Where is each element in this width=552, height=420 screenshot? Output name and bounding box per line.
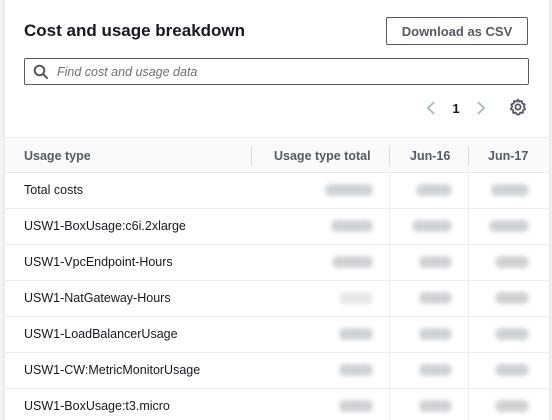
- column-separator: [389, 209, 390, 244]
- column-header-usage-type[interactable]: Usage type: [24, 149, 91, 163]
- redacted-jun-16: [419, 364, 452, 376]
- table-row: USW1-CW:MetricMonitorUsage: [5, 353, 549, 389]
- redacted-total: [339, 364, 373, 376]
- column-header-jun-17[interactable]: Jun-17: [488, 149, 528, 163]
- redacted-jun-17: [489, 220, 529, 232]
- column-separator: [389, 317, 390, 352]
- redacted-jun-17: [495, 364, 529, 376]
- cost-usage-table: Usage type Usage type total Jun-16 Jun-1…: [5, 137, 549, 420]
- usage-type-cell: USW1-LoadBalancerUsage: [24, 327, 178, 341]
- download-csv-button[interactable]: Download as CSV: [386, 17, 528, 45]
- gear-icon[interactable]: [509, 98, 527, 116]
- usage-type-cell: USW1-CW:MetricMonitorUsage: [24, 363, 201, 377]
- redacted-total: [332, 256, 373, 268]
- redacted-jun-16: [412, 220, 452, 232]
- column-separator: [389, 173, 390, 208]
- cost-usage-panel: Cost and usage breakdown Download as CSV…: [4, 0, 550, 420]
- redacted-jun-17: [495, 256, 529, 268]
- column-separator: [468, 281, 469, 316]
- redacted-jun-17: [491, 184, 529, 196]
- redacted-total: [331, 220, 373, 232]
- usage-type-cell: USW1-VpcEndpoint-Hours: [24, 255, 173, 269]
- page-number[interactable]: 1: [441, 101, 471, 116]
- chevron-right-icon[interactable]: [471, 98, 491, 118]
- redacted-jun-17: [495, 400, 529, 412]
- redacted-jun-16: [419, 292, 452, 304]
- redacted-total: [339, 292, 373, 304]
- column-divider[interactable]: [389, 146, 390, 166]
- column-separator: [468, 353, 469, 388]
- column-separator: [389, 245, 390, 280]
- redacted-jun-16: [416, 184, 452, 196]
- pagination: 1: [421, 96, 491, 120]
- column-separator: [468, 389, 469, 420]
- redacted-jun-16: [419, 400, 452, 412]
- column-divider[interactable]: [251, 146, 252, 166]
- redacted-total: [325, 184, 373, 196]
- column-separator: [468, 173, 469, 208]
- column-separator: [468, 245, 469, 280]
- table-header: Usage type Usage type total Jun-16 Jun-1…: [5, 137, 549, 173]
- redacted-jun-16: [419, 256, 452, 268]
- redacted-jun-17: [495, 328, 529, 340]
- search-input[interactable]: [55, 63, 528, 80]
- table-row: USW1-LoadBalancerUsage: [5, 317, 549, 353]
- redacted-total: [339, 328, 373, 340]
- table-row: USW1-VpcEndpoint-Hours: [5, 245, 549, 281]
- column-header-usage-type-total[interactable]: Usage type total: [274, 149, 371, 163]
- table-row: USW1-BoxUsage:c6i.2xlarge: [5, 209, 549, 245]
- redacted-jun-17: [495, 292, 529, 304]
- column-header-jun-16[interactable]: Jun-16: [410, 149, 450, 163]
- chevron-left-icon[interactable]: [421, 98, 441, 118]
- table-row: USW1-BoxUsage:t3.micro: [5, 389, 549, 420]
- redacted-total: [339, 400, 373, 412]
- table-row: Total costs: [5, 173, 549, 209]
- search-icon: [33, 64, 49, 80]
- usage-type-cell: USW1-NatGateway-Hours: [24, 291, 171, 305]
- column-separator: [468, 209, 469, 244]
- usage-type-cell: USW1-BoxUsage:c6i.2xlarge: [24, 219, 186, 233]
- table-row: USW1-NatGateway-Hours: [5, 281, 549, 317]
- usage-type-cell: Total costs: [24, 183, 84, 197]
- column-separator: [468, 317, 469, 352]
- section-title: Cost and usage breakdown: [24, 21, 246, 40]
- column-separator: [389, 389, 390, 420]
- search-box[interactable]: [24, 58, 529, 85]
- redacted-jun-16: [419, 328, 452, 340]
- column-divider[interactable]: [468, 146, 469, 166]
- column-separator: [389, 281, 390, 316]
- usage-type-cell: USW1-BoxUsage:t3.micro: [24, 399, 170, 413]
- column-separator: [389, 353, 390, 388]
